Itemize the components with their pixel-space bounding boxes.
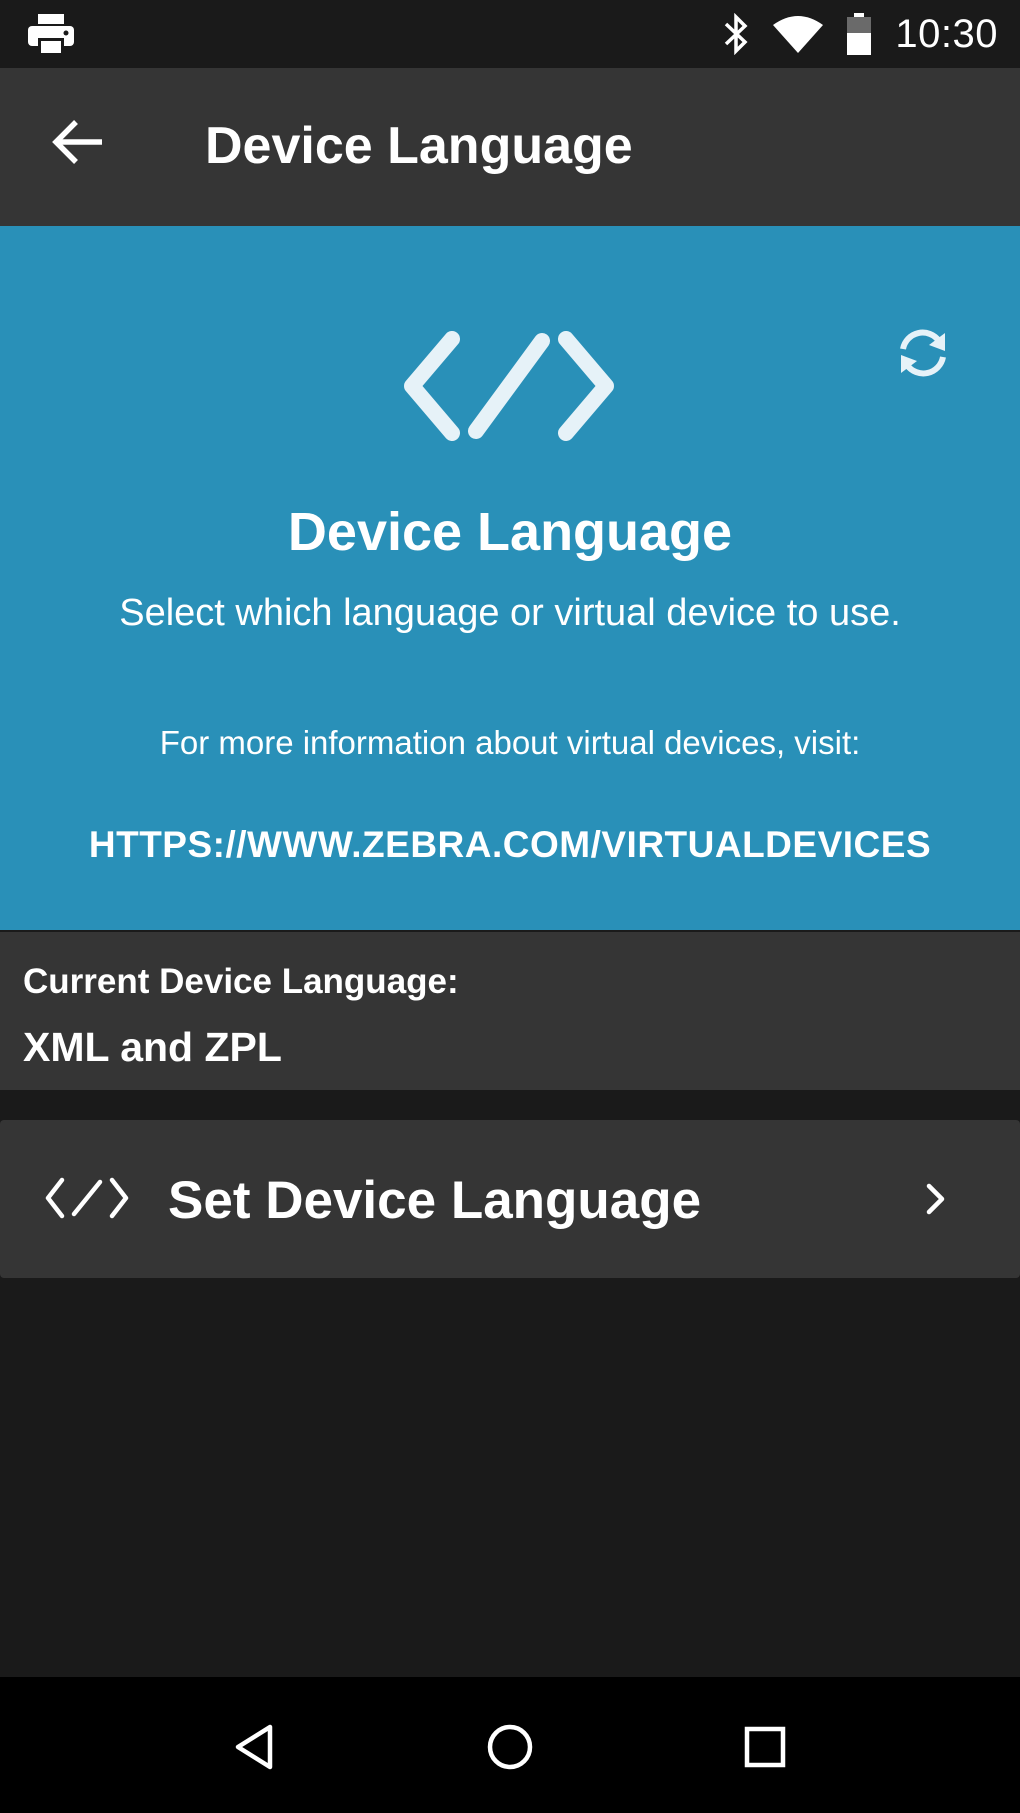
back-button[interactable] — [44, 108, 112, 176]
set-device-language-button[interactable]: Set Device Language — [0, 1120, 1020, 1278]
code-icon — [404, 331, 614, 441]
current-language-label: Current Device Language: — [23, 962, 459, 1001]
nav-back-button[interactable] — [215, 1707, 295, 1787]
nav-recents-button[interactable] — [725, 1707, 805, 1787]
home-circle-icon — [487, 1724, 533, 1770]
nav-home-button[interactable] — [470, 1707, 550, 1787]
hero-banner: Device Language Select which language or… — [0, 226, 1020, 930]
hero-info-text: For more information about virtual devic… — [159, 724, 861, 761]
recents-square-icon — [744, 1726, 786, 1768]
navigation-bar — [0, 1677, 1020, 1813]
virtual-devices-link[interactable]: HTTPS://WWW.ZEBRA.COM/VIRTUALDEVICES — [0, 824, 1020, 866]
arrow-left-icon — [52, 120, 102, 164]
status-time: 10:30 — [895, 11, 998, 56]
wifi-icon — [773, 15, 824, 53]
current-language-value: XML and ZPL — [23, 1024, 282, 1070]
app-bar: Device Language — [0, 68, 1020, 226]
refresh-button[interactable] — [884, 318, 962, 388]
hero-description: Select which language or virtual device … — [119, 592, 901, 634]
chevron-right-icon — [915, 1176, 955, 1222]
code-icon — [44, 1172, 130, 1224]
printer-icon — [28, 14, 74, 56]
current-language-panel: Current Device Language: XML and ZPL — [0, 932, 1020, 1090]
hero-title: Device Language — [287, 502, 733, 562]
page-title: Device Language — [205, 117, 633, 175]
battery-icon — [847, 13, 872, 55]
back-triangle-icon — [235, 1724, 273, 1770]
refresh-icon — [900, 329, 946, 377]
status-bar: 10:30 — [0, 0, 1020, 68]
bluetooth-icon — [723, 13, 749, 55]
set-device-language-label: Set Device Language — [168, 1171, 702, 1230]
